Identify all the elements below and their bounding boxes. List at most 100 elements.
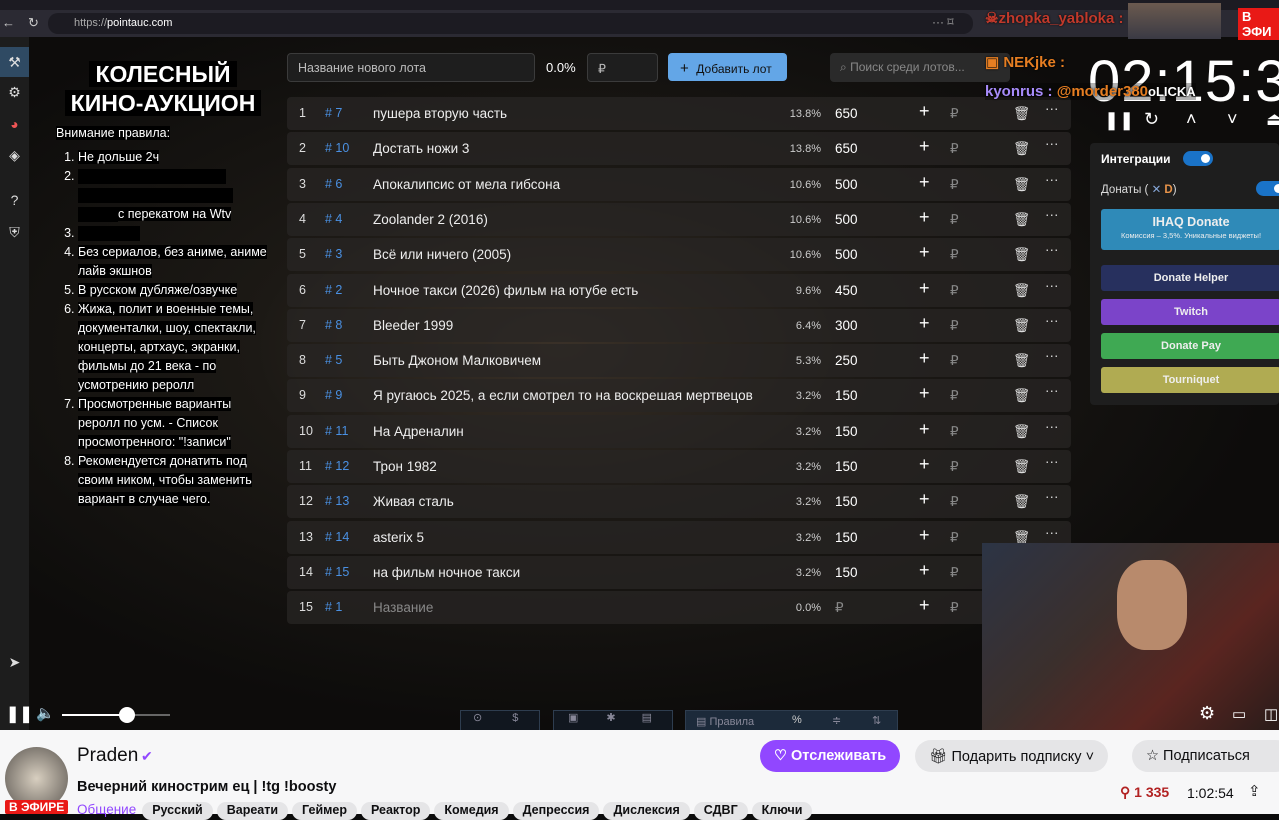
share-icon[interactable]: ⇪ — [1248, 782, 1261, 800]
tag[interactable]: Русский — [142, 802, 213, 820]
more-icon[interactable]: ··· ⌑ — [932, 15, 953, 29]
donations-toggle[interactable] — [1256, 181, 1279, 196]
more-icon[interactable]: ··· — [1045, 136, 1059, 151]
currency-icon[interactable]: ₽ — [950, 247, 959, 263]
volume-icon[interactable]: 🔈 — [36, 704, 55, 722]
lot-name[interactable]: Zoolander 2 (2016) — [373, 212, 773, 227]
trash-icon[interactable]: 🗑︎ — [1013, 494, 1030, 510]
more-icon[interactable]: ··· — [1045, 172, 1059, 187]
cast-icon[interactable]: ▭ — [1232, 705, 1246, 723]
lot-name[interactable]: Живая сталь — [373, 494, 773, 509]
trash-icon[interactable]: 🗑︎ — [1013, 388, 1030, 404]
tag[interactable]: Реактор — [360, 802, 431, 820]
currency-icon[interactable]: ₽ — [950, 353, 959, 369]
lot-name[interactable]: На Адреналин — [373, 424, 773, 439]
gear-icon[interactable]: ⚙ — [0, 77, 29, 107]
lot-amount[interactable]: 150 — [835, 424, 858, 439]
more-icon[interactable]: ··· — [1045, 348, 1059, 363]
lot-amount[interactable]: ₽ — [835, 600, 844, 616]
trash-icon[interactable]: 🗑︎ — [1013, 424, 1030, 440]
lot-amount[interactable]: 150 — [835, 388, 858, 403]
url-bar[interactable]: https://pointauc.com — [48, 13, 973, 34]
donate-pay-button[interactable]: Donate Pay — [1101, 333, 1279, 359]
add-amount-button[interactable]: + — [919, 489, 930, 510]
restart-icon[interactable]: ↻ — [1144, 109, 1159, 130]
lot-amount[interactable]: 500 — [835, 177, 858, 192]
currency-icon[interactable]: ₽ — [950, 177, 959, 193]
chevron-up-icon[interactable]: ˄ — [1186, 109, 1197, 130]
channel-name[interactable]: Praden — [77, 745, 138, 767]
trash-icon[interactable]: 🗑︎ — [1013, 318, 1030, 334]
pause-icon[interactable]: ❚❚ — [1104, 110, 1134, 131]
tag[interactable]: СДВГ — [693, 802, 748, 820]
tag[interactable]: Геймер — [292, 802, 357, 820]
theatre-icon[interactable]: ◫ — [1264, 705, 1278, 723]
more-icon[interactable]: ··· — [1045, 242, 1059, 257]
currency-icon[interactable]: ₽ — [950, 106, 959, 122]
ihaq-donate-button[interactable]: IHAQ Donate Комиссия – 3,5%. Уникальные в… — [1101, 209, 1279, 250]
lot-amount[interactable]: 300 — [835, 318, 858, 333]
lot-amount[interactable]: 650 — [835, 106, 858, 121]
lot-name[interactable]: Апокалипсис от мела гибсона — [373, 177, 773, 192]
trash-icon[interactable]: 🗑︎ — [1013, 106, 1030, 122]
collapse-icon[interactable]: ⏏ — [1266, 109, 1279, 130]
add-amount-button[interactable]: + — [919, 525, 930, 546]
add-amount-button[interactable]: + — [919, 172, 930, 193]
lot-name[interactable]: Название — [373, 600, 773, 615]
subscribe-button[interactable]: ☆ Подписаться — [1132, 740, 1279, 772]
donate-helper-button[interactable]: Donate Helper — [1101, 265, 1279, 291]
more-icon[interactable]: ··· — [1045, 419, 1059, 434]
currency-icon[interactable]: ₽ — [950, 141, 959, 157]
currency-icon[interactable]: ₽ — [950, 600, 959, 616]
pie-chart-icon[interactable]: ◕ — [0, 109, 29, 139]
more-icon[interactable]: ··· — [1045, 454, 1059, 469]
trash-icon[interactable]: 🗑︎ — [1013, 283, 1030, 299]
add-amount-button[interactable]: + — [919, 278, 930, 299]
back-icon[interactable]: ← — [2, 15, 15, 30]
trash-icon[interactable]: 🗑︎ — [1013, 353, 1030, 369]
tag[interactable]: Депрессия — [512, 802, 600, 820]
currency-icon[interactable]: ₽ — [950, 494, 959, 510]
more-icon[interactable]: ··· — [1045, 278, 1059, 293]
more-icon[interactable]: ··· — [1045, 525, 1059, 540]
volume-slider[interactable] — [62, 707, 170, 723]
trash-icon[interactable]: 🗑︎ — [1013, 177, 1030, 193]
currency-icon[interactable]: ₽ — [950, 283, 959, 299]
tourniquet-button[interactable]: Tourniquet — [1101, 367, 1279, 393]
shield-icon[interactable]: ⛨ — [0, 217, 29, 247]
lot-name[interactable]: Трон 1982 — [373, 459, 773, 474]
lot-name[interactable]: Я ругаюсь 2025, а если смотрел то на вос… — [373, 388, 773, 403]
tag[interactable]: Ключи — [751, 802, 813, 820]
tag[interactable]: Дислексия — [603, 802, 690, 820]
lot-name[interactable]: Всё или ничего (2005) — [373, 247, 773, 262]
add-amount-button[interactable]: + — [919, 348, 930, 369]
lot-amount[interactable]: 150 — [835, 530, 858, 545]
more-icon[interactable]: ··· — [1045, 383, 1059, 398]
add-amount-button[interactable]: + — [919, 207, 930, 228]
lot-amount[interactable]: 150 — [835, 565, 858, 580]
lot-amount[interactable]: 500 — [835, 247, 858, 262]
currency-icon[interactable]: ₽ — [950, 565, 959, 581]
add-amount-button[interactable]: + — [919, 454, 930, 475]
currency-icon[interactable]: ₽ — [950, 318, 959, 334]
add-amount-button[interactable]: + — [919, 136, 930, 157]
add-amount-button[interactable]: + — [919, 383, 930, 404]
more-icon[interactable]: ··· — [1045, 101, 1059, 116]
category-link[interactable]: Общение — [77, 802, 136, 817]
layers-icon[interactable]: ◈ — [0, 140, 29, 170]
lot-amount[interactable]: 250 — [835, 353, 858, 368]
trash-icon[interactable]: 🗑︎ — [1013, 459, 1030, 475]
lot-name[interactable]: Ночное такси (2026) фильм на ютубе есть — [373, 283, 773, 298]
new-lot-input[interactable]: Название нового лота — [287, 53, 535, 82]
lot-amount[interactable]: 500 — [835, 212, 858, 227]
add-amount-button[interactable]: + — [919, 313, 930, 334]
settings-icon[interactable]: ⚙ — [1199, 703, 1215, 724]
lot-amount[interactable]: 650 — [835, 141, 858, 156]
lot-name[interactable]: Быть Джоном Малковичем — [373, 353, 773, 368]
tag[interactable]: Вареати — [216, 802, 289, 820]
currency-icon[interactable]: ₽ — [950, 388, 959, 404]
amount-input[interactable]: ₽ — [587, 53, 658, 82]
lot-amount[interactable]: 150 — [835, 494, 858, 509]
telegram-icon[interactable]: ➤ — [0, 647, 29, 677]
more-icon[interactable]: ··· — [1045, 313, 1059, 328]
